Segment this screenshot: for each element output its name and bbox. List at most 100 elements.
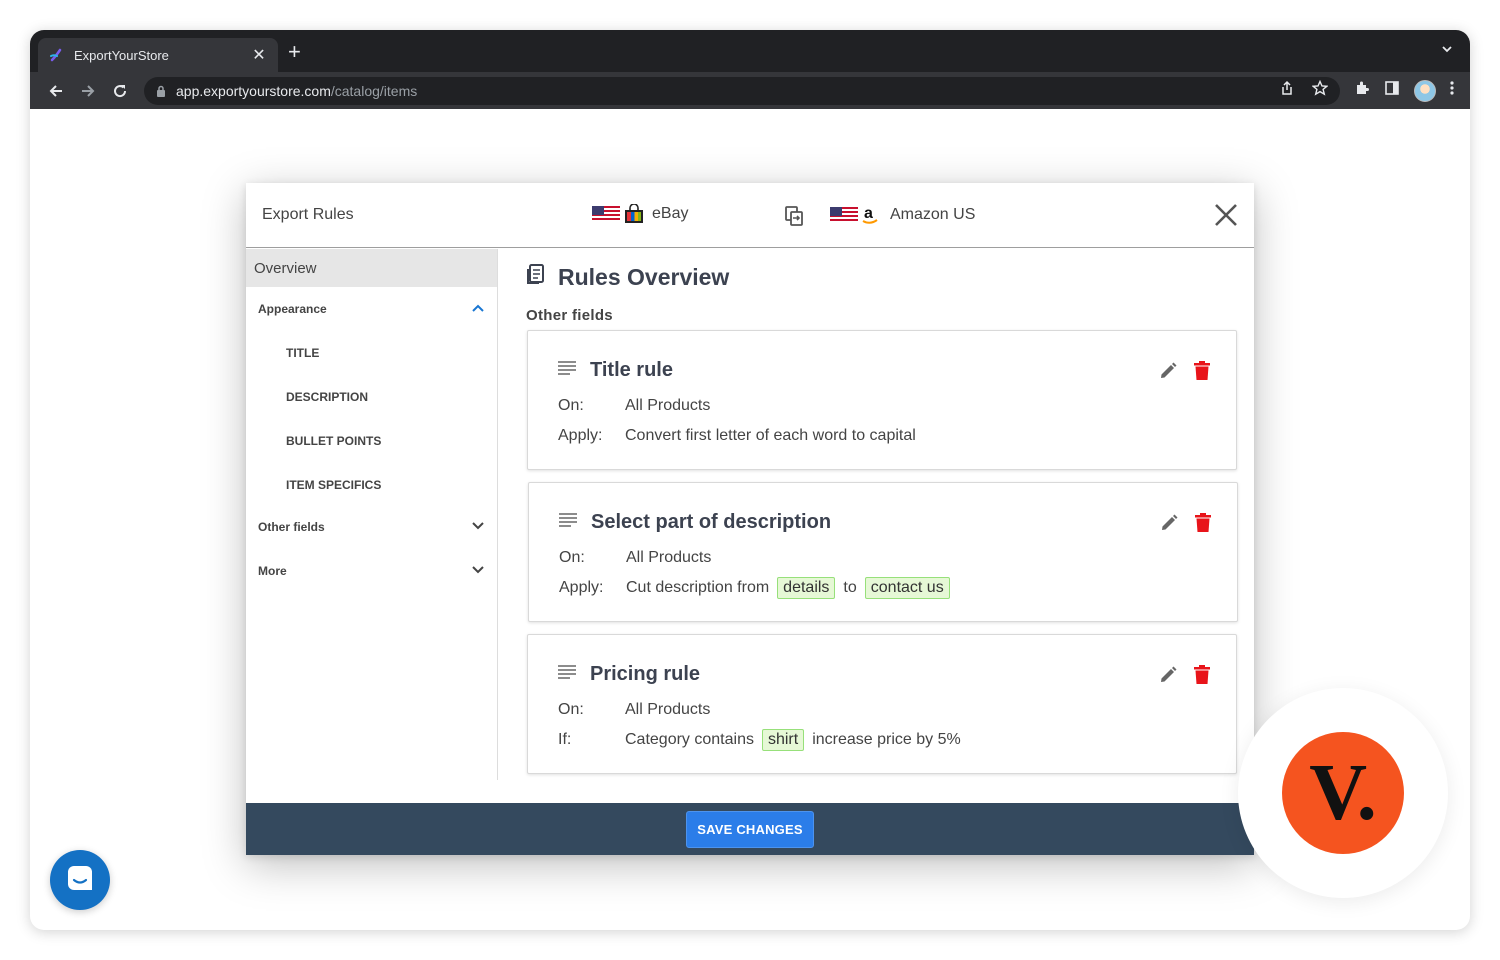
- back-icon[interactable]: [40, 77, 72, 105]
- delete-icon[interactable]: [1194, 361, 1210, 381]
- lines-icon: [558, 665, 576, 684]
- browser-tab[interactable]: ExportYourStore ✕: [38, 38, 278, 72]
- sidebar-section-other-fields[interactable]: Other fields: [246, 507, 497, 547]
- page-title-text: Rules Overview: [558, 263, 730, 290]
- rule-actions: [1158, 361, 1210, 381]
- tab-title: ExportYourStore: [74, 47, 169, 63]
- rules-sidebar: Overview Appearance TITLE DESCRIPTION BU…: [246, 249, 498, 780]
- extensions-icon[interactable]: [1354, 80, 1370, 101]
- sidebar-section-label: More: [258, 564, 287, 578]
- rule-card-header: Pricing rule: [558, 663, 700, 686]
- document-icon: [526, 263, 558, 291]
- rule-connector: to: [843, 579, 857, 596]
- edit-icon[interactable]: [1158, 361, 1178, 381]
- sidebar-item-title[interactable]: TITLE: [246, 331, 497, 375]
- forward-icon[interactable]: [72, 77, 104, 105]
- rule-card-title: Title rule On: All Products Apply: Conve…: [527, 330, 1237, 470]
- chevron-down-icon[interactable]: [1440, 42, 1454, 61]
- share-icon[interactable]: [1280, 80, 1294, 101]
- rule-apply-label: Apply:: [559, 579, 604, 596]
- new-tab-icon[interactable]: +: [288, 41, 301, 63]
- keyword-chip: contact us: [864, 577, 950, 599]
- chat-launcher-button[interactable]: [50, 850, 110, 910]
- brand-logo: V.: [1282, 732, 1404, 854]
- delete-icon[interactable]: [1195, 513, 1211, 533]
- switch-channels-icon[interactable]: [784, 205, 804, 232]
- reload-icon[interactable]: [104, 77, 136, 105]
- export-rules-modal: Export Rules eBay a Amazon US Overview A…: [246, 183, 1254, 855]
- rule-title: Pricing rule: [590, 663, 701, 685]
- url-host: app.exportyourstore.com: [176, 82, 331, 99]
- rule-if-label: If:: [558, 731, 572, 748]
- sidebar-section-more[interactable]: More: [246, 547, 497, 595]
- close-icon[interactable]: [1214, 203, 1238, 232]
- sidebar-item-bullet-points[interactable]: BULLET POINTS: [246, 419, 497, 463]
- edit-icon[interactable]: [1159, 513, 1179, 533]
- rule-title: Title rule: [590, 359, 673, 381]
- chevron-up-icon: [471, 302, 485, 316]
- sidebar-section-label: Appearance: [258, 302, 327, 316]
- lock-icon: [156, 85, 166, 97]
- chat-icon: [65, 863, 95, 898]
- modal-title: Export Rules: [262, 206, 354, 223]
- delete-icon[interactable]: [1194, 665, 1210, 685]
- rule-if-suffix: increase price by 5%: [812, 731, 961, 748]
- rule-on-value: All Products: [625, 701, 711, 718]
- rule-apply-label: Apply:: [558, 427, 603, 444]
- sidebar-section-label: Other fields: [258, 520, 325, 534]
- page-title: Rules Overview: [526, 263, 729, 291]
- section-label: Other fields: [526, 307, 613, 324]
- favicon-icon: [48, 47, 64, 63]
- rule-on-label: On:: [558, 397, 584, 414]
- rules-overview-panel: Rules Overview Other fields Title rule O…: [526, 249, 1238, 780]
- rule-on-row: On: All Products: [558, 397, 710, 415]
- target-channel: a Amazon US: [830, 204, 975, 226]
- rule-title: Select part of description: [591, 511, 832, 533]
- tab-bar: ExportYourStore ✕ +: [30, 30, 1470, 72]
- rule-actions: [1159, 513, 1211, 533]
- modal-footer: SAVE CHANGES: [246, 803, 1254, 855]
- sidebar-item-item-specifics[interactable]: ITEM SPECIFICS: [246, 463, 497, 507]
- rule-on-row: On: All Products: [558, 701, 710, 719]
- source-channel-name: eBay: [652, 205, 689, 222]
- rule-card-header: Title rule: [558, 359, 673, 382]
- chevron-down-icon: [471, 564, 485, 578]
- rule-card-header: Select part of description: [559, 511, 831, 534]
- rule-on-value: All Products: [626, 549, 712, 566]
- tab-close-icon[interactable]: ✕: [250, 45, 268, 65]
- side-panel-icon[interactable]: [1384, 80, 1400, 101]
- sidebar-item-description[interactable]: DESCRIPTION: [246, 375, 497, 419]
- star-icon[interactable]: [1311, 79, 1329, 101]
- rule-card-pricing: Pricing rule On: All Products If: Catego…: [527, 634, 1237, 774]
- sidebar-section-appearance[interactable]: Appearance: [246, 287, 497, 331]
- sidebar-item-overview[interactable]: Overview: [246, 249, 497, 287]
- target-channel-name: Amazon US: [890, 206, 976, 223]
- us-flag-icon: [592, 206, 620, 222]
- amazon-logo-icon: a: [862, 204, 878, 226]
- rule-on-value: All Products: [625, 397, 711, 414]
- us-flag-icon: [830, 207, 858, 223]
- modal-header: Export Rules eBay a Amazon US: [246, 183, 1254, 248]
- svg-text:a: a: [864, 205, 873, 222]
- browser-toolbar: app.exportyourstore.com/catalog/items: [30, 72, 1470, 109]
- browser-menu-icon[interactable]: [1450, 80, 1454, 101]
- brand-badge: V.: [1238, 688, 1448, 898]
- address-bar[interactable]: app.exportyourstore.com/catalog/items: [144, 76, 1340, 105]
- rule-actions: [1158, 665, 1210, 685]
- source-channel: eBay: [592, 203, 689, 224]
- rule-if-prefix: Category contains: [625, 731, 754, 748]
- ebay-bag-icon: [624, 203, 644, 224]
- rule-card-description: Select part of description On: All Produ…: [528, 482, 1238, 622]
- keyword-chip: details: [777, 577, 836, 599]
- save-changes-button[interactable]: SAVE CHANGES: [686, 810, 814, 848]
- profile-avatar[interactable]: [1414, 79, 1436, 102]
- chevron-down-icon: [471, 520, 485, 534]
- rule-on-label: On:: [559, 549, 585, 566]
- edit-icon[interactable]: [1158, 665, 1178, 685]
- rule-if-row: If: Category contains shirt increase pri…: [558, 729, 961, 751]
- rule-apply-value: Convert first letter of each word to cap…: [625, 427, 916, 444]
- lines-icon: [558, 361, 576, 380]
- lines-icon: [559, 513, 577, 532]
- keyword-chip: shirt: [761, 729, 805, 751]
- rule-apply-prefix: Cut description from: [626, 579, 770, 596]
